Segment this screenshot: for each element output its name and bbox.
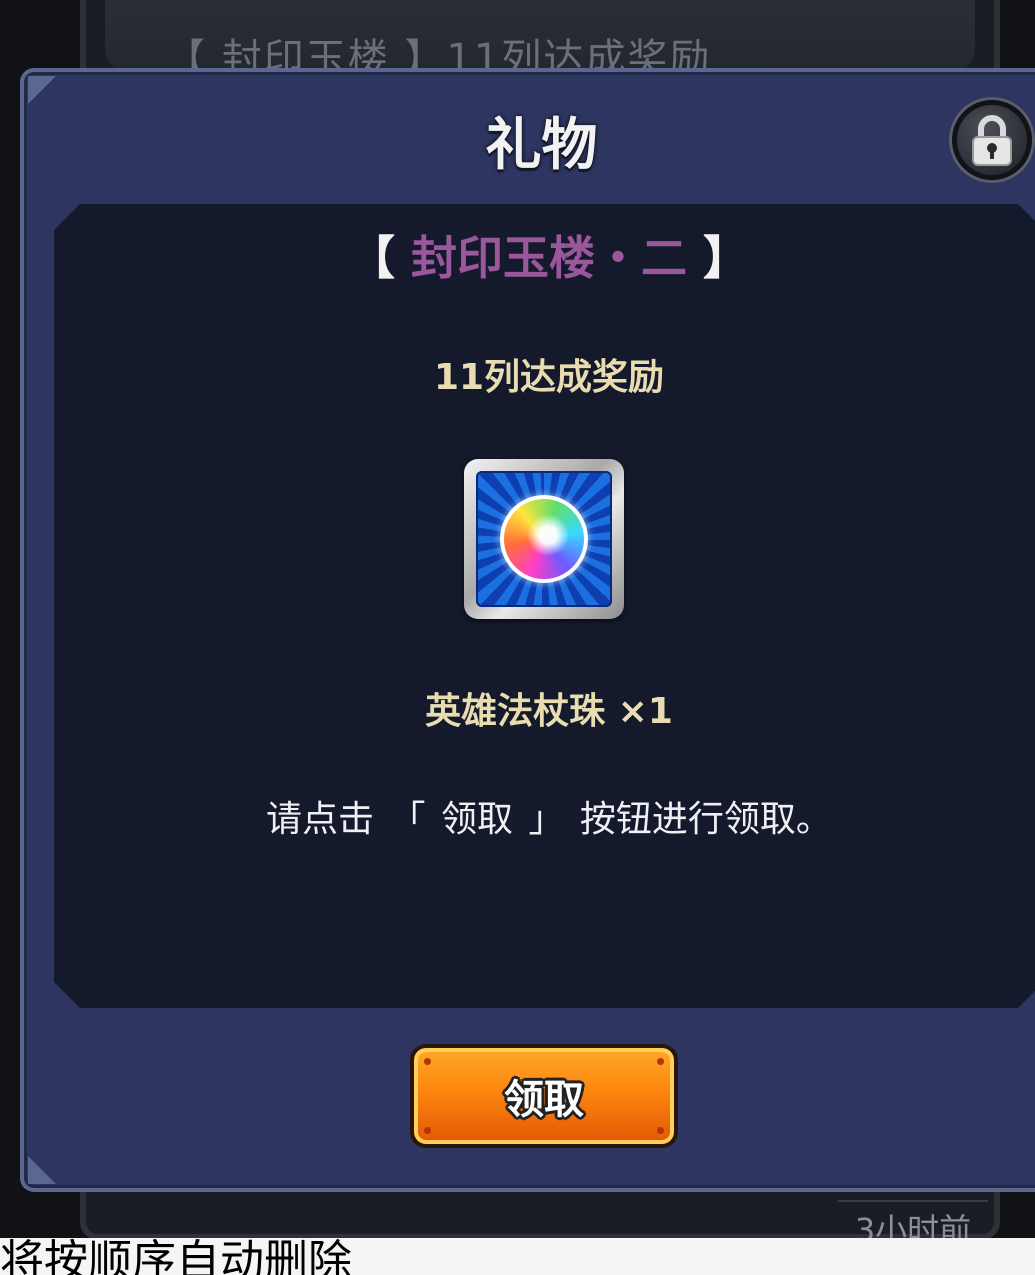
gift-dialog: 礼物 【 封印玉楼・二 】 11列达成奖励 英雄法杖珠 ×1 请点击 「 领取 … (20, 68, 1035, 1192)
reward-item-name: 英雄法杖珠 (425, 691, 606, 732)
button-rivet (424, 1127, 431, 1134)
background-list-header-text: 【 封印玉楼 】11列达成奖励 (165, 36, 712, 70)
instruction-close-quote: 」 (528, 799, 565, 840)
claim-button-label[interactable]: 领取 (504, 1067, 584, 1125)
reward-item-icon-frame (464, 459, 624, 619)
open-bracket: 【 (348, 231, 395, 285)
button-rivet (657, 1058, 664, 1065)
instruction-before: 请点击 (266, 799, 375, 840)
button-rivet (424, 1058, 431, 1065)
claim-button-face[interactable]: 领取 (414, 1048, 674, 1144)
reward-item-label: 英雄法杖珠 ×1 (54, 682, 1035, 734)
bottom-notice-strip: 将按顺序自动删除 (0, 1238, 1035, 1275)
reward-item-quantity: ×1 (617, 691, 673, 732)
background-list-header: 【 封印玉楼 】11列达成奖励 (105, 0, 975, 70)
reward-subtitle: 11列达成奖励 (433, 357, 665, 398)
instruction-action: 领取 (440, 799, 513, 840)
reward-item-icon-background (476, 471, 612, 607)
instruction-after: 按钮进行领取。 (579, 799, 832, 840)
instruction-open-quote: 「 (389, 799, 426, 840)
reward-content-panel: 【 封印玉楼・二 】 11列达成奖励 英雄法杖珠 ×1 请点击 「 领取 」 按… (54, 204, 1035, 1008)
lock-button[interactable] (952, 100, 1032, 180)
dialog-corner-decoration (28, 1156, 56, 1184)
quest-name: 封印玉楼・二 (411, 231, 687, 285)
button-rivet (657, 1127, 664, 1134)
rainbow-orb-icon (500, 495, 588, 583)
close-bracket: 】 (703, 231, 750, 285)
lock-icon (972, 115, 1012, 166)
claim-button[interactable]: 领取 (410, 1044, 678, 1148)
quest-name-heading: 【 封印玉楼・二 】 (54, 222, 1035, 288)
dialog-title: 礼物 (485, 113, 598, 178)
bottom-notice-text: 将按顺序自动删除 (0, 1238, 352, 1275)
claim-instruction: 请点击 「 领取 」 按钮进行领取。 (54, 790, 1035, 842)
